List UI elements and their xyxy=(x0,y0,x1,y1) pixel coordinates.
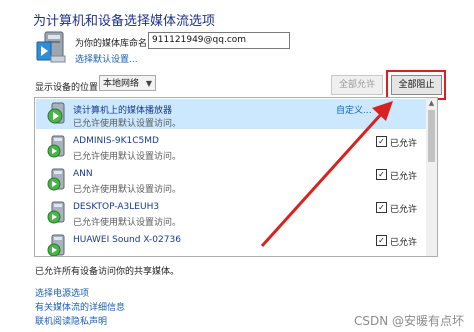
page-title: 为计算机和设备选择媒体流选项 xyxy=(33,14,216,29)
watermark: CSDN @安暖有点坏 xyxy=(354,314,465,328)
media-player-icon xyxy=(47,102,65,124)
allow-checkbox-label: 已允许 xyxy=(390,238,418,248)
privacy-statement-link[interactable]: 联机阅读隐私声明 xyxy=(35,314,107,327)
customize-link[interactable]: 自定义... xyxy=(336,103,372,116)
list-item-device-4[interactable]: HUAWEI Sound X-02736 ✓ 已允许 xyxy=(36,231,427,256)
device-name: DESKTOP-A3LEUH3 xyxy=(73,202,160,212)
computer-device-icon xyxy=(47,135,65,158)
speaker-device-icon xyxy=(47,234,65,256)
list-item-device-3[interactable]: DESKTOP-A3LEUH3 已允许使用默认设置访问。 ✓ 已允许 xyxy=(36,198,427,228)
media-library-icon xyxy=(36,31,66,63)
chevron-down-icon: ▼ xyxy=(145,79,152,88)
device-status: 已允许使用默认设置访问。 xyxy=(73,218,182,228)
checkmark-icon: ✓ xyxy=(376,202,387,213)
allow-checkbox-label: 已允许 xyxy=(390,139,418,149)
device-status: 已允许使用默认设置访问。 xyxy=(73,119,182,129)
checkmark-icon: ✓ xyxy=(376,169,387,180)
annotation-highlight-box xyxy=(386,70,446,100)
device-location-value: 本地网络 xyxy=(103,79,140,89)
allow-checkbox-label: 已允许 xyxy=(390,205,418,215)
device-name: ANN xyxy=(73,169,93,179)
checkmark-icon: ✓ xyxy=(376,136,387,147)
sharing-status-text: 已允许所有设备访问你的共享媒体。 xyxy=(35,267,180,277)
allow-all-button[interactable]: 全部允许 xyxy=(331,75,383,95)
device-status: 已允许使用默认设置访问。 xyxy=(73,152,182,162)
media-streaming-info-link[interactable]: 有关媒体流的详细信息 xyxy=(35,300,125,313)
computer-device-icon xyxy=(47,168,65,191)
library-name-label: 为你的媒体库命名: xyxy=(75,39,151,49)
device-location-select[interactable]: 本地网络 ▼ xyxy=(99,75,156,91)
power-options-link[interactable]: 选择电源选项 xyxy=(35,286,89,299)
library-name-input[interactable]: 911121949@qq.com xyxy=(148,32,290,49)
list-item-device-2[interactable]: ANN 已允许使用默认设置访问。 ✓ 已允许 xyxy=(36,165,427,195)
choose-default-settings-link[interactable]: 选择默认设置... xyxy=(75,52,138,65)
list-item-device-0[interactable]: 读计算机上的媒体播放器 已允许使用默认设置访问。 自定义... xyxy=(36,99,427,129)
scroll-up-icon[interactable]: ▲ xyxy=(427,99,436,108)
computer-device-icon xyxy=(47,201,65,224)
device-list: 读计算机上的媒体播放器 已允许使用默认设置访问。 自定义... ADMINIS-… xyxy=(34,97,438,257)
device-name: HUAWEI Sound X-02736 xyxy=(73,235,181,245)
list-item-device-1[interactable]: ADMINIS-9K1C5MD 已允许使用默认设置访问。 ✓ 已允许 xyxy=(36,132,427,162)
device-name: 读计算机上的媒体播放器 xyxy=(73,106,173,116)
device-name: ADMINIS-9K1C5MD xyxy=(73,136,159,146)
device-status: 已允许使用默认设置访问。 xyxy=(73,185,182,195)
device-location-label: 显示设备的位置: xyxy=(35,83,102,93)
scrollbar-thumb[interactable] xyxy=(428,110,435,162)
allow-checkbox-label: 已允许 xyxy=(390,172,418,182)
checkmark-icon: ✓ xyxy=(376,235,387,246)
